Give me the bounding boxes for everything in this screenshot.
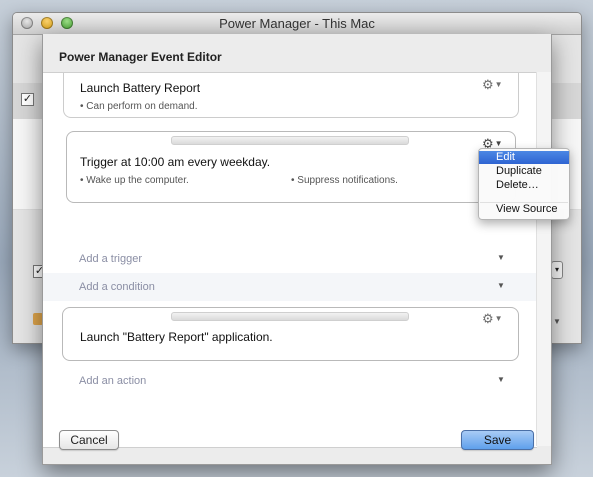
trigger-card[interactable]: Trigger at 10:00 am every weekday. • Wak… <box>66 131 516 203</box>
event-title: Launch Battery Report <box>80 81 201 95</box>
menu-item-duplicate[interactable]: Duplicate <box>479 165 569 178</box>
add-condition-label: Add a condition <box>79 281 155 293</box>
dropdown-arrow-icon[interactable]: ▼ <box>497 375 505 384</box>
action-gear-button[interactable]: ⚙▼ <box>482 311 503 327</box>
dropdown-arrow-icon[interactable]: ▼ <box>497 281 505 290</box>
menu-item-delete[interactable]: Delete… <box>479 179 569 192</box>
zoom-window-icon[interactable] <box>61 17 73 29</box>
scrollbar[interactable] <box>536 72 551 446</box>
gear-context-menu: Edit Duplicate Delete… View Source <box>478 148 570 220</box>
minimize-window-icon[interactable] <box>41 17 53 29</box>
add-trigger-label: Add a trigger <box>79 253 142 265</box>
bullet-icon: • <box>291 175 295 186</box>
menu-item-view-source[interactable]: View Source <box>479 203 569 216</box>
save-button[interactable]: Save <box>461 430 534 450</box>
close-window-icon[interactable] <box>21 17 33 29</box>
trigger-title: Trigger at 10:00 am every weekday. <box>80 155 271 169</box>
drag-handle[interactable] <box>171 136 409 145</box>
cancel-button[interactable]: Cancel <box>59 430 119 450</box>
sheet-title: Power Manager Event Editor <box>59 50 222 64</box>
dropdown-arrow-icon[interactable]: ▼ <box>497 253 505 262</box>
event-gear-button[interactable]: ⚙▼ <box>482 77 503 93</box>
dropdown-arrow-icon: ▼ <box>494 314 503 323</box>
background-checkbox[interactable]: ✓ <box>21 93 34 106</box>
dropdown-arrow-icon: ▼ <box>494 80 503 89</box>
bullet-icon: • <box>80 101 84 112</box>
gear-icon: ⚙ <box>482 77 494 92</box>
gear-icon: ⚙ <box>482 311 494 326</box>
add-trigger-row[interactable]: Add a trigger ▼ <box>43 245 537 273</box>
add-action-row[interactable]: Add an action ▼ <box>43 367 537 395</box>
bullet-icon: • <box>80 175 84 186</box>
menu-item-edit[interactable]: Edit <box>479 151 569 164</box>
background-popup-button[interactable]: ▾ <box>551 261 563 279</box>
trigger-bullet-wake: • Wake up the computer. <box>80 175 189 186</box>
window-titlebar: Power Manager - This Mac <box>13 13 581 35</box>
trigger-bullet-suppress: • Suppress notifications. <box>291 175 398 186</box>
event-card[interactable]: Launch Battery Report • Can perform on d… <box>63 73 519 118</box>
add-condition-row[interactable]: Add a condition ▼ <box>43 273 537 301</box>
drag-handle[interactable] <box>171 312 409 321</box>
action-title: Launch "Battery Report" application. <box>80 330 273 344</box>
window-title: Power Manager - This Mac <box>219 16 375 31</box>
add-action-label: Add an action <box>79 375 147 387</box>
action-card[interactable]: Launch "Battery Report" application. ⚙▼ <box>62 307 519 361</box>
event-editor-sheet: Power Manager Event Editor Launch Batter… <box>42 34 552 465</box>
background-dropdown-arrow-icon: ▼ <box>553 317 561 326</box>
event-bullet: • Can perform on demand. <box>80 101 198 112</box>
dropdown-arrow-icon: ▼ <box>494 139 503 148</box>
event-content-area: Launch Battery Report • Can perform on d… <box>43 72 537 448</box>
